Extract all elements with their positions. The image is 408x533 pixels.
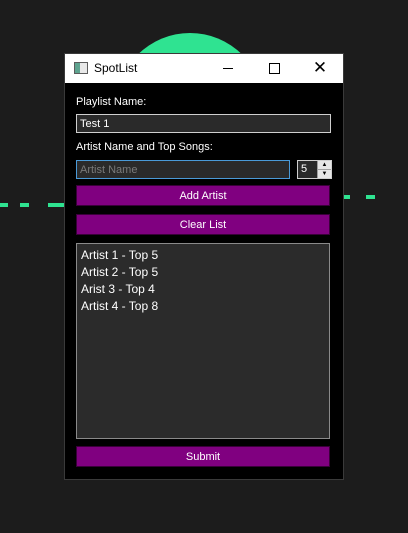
spin-up-button[interactable]: ▲ xyxy=(318,161,331,170)
submit-button[interactable]: Submit xyxy=(76,446,330,467)
spin-buttons: ▲ ▼ xyxy=(317,161,331,178)
add-artist-button[interactable]: Add Artist xyxy=(76,185,330,206)
background-dash xyxy=(20,203,29,207)
artist-section-label: Artist Name and Top Songs: xyxy=(76,141,213,153)
playlist-name-label: Playlist Name: xyxy=(76,96,147,108)
maximize-button[interactable] xyxy=(251,54,297,83)
artist-list[interactable]: Artist 1 - Top 5 Artist 2 - Top 5 Arist … xyxy=(76,243,330,439)
background-dash xyxy=(343,195,350,199)
background-dash xyxy=(0,203,8,207)
close-button[interactable]: ✕ xyxy=(297,54,343,83)
background-dash xyxy=(48,203,65,207)
close-icon: ✕ xyxy=(312,58,328,78)
app-icon xyxy=(74,62,88,74)
window-title: SpotList xyxy=(94,61,138,75)
artist-name-input[interactable] xyxy=(76,160,290,179)
top-songs-spinbox[interactable]: 5 ▲ ▼ xyxy=(297,160,332,179)
spin-down-button[interactable]: ▼ xyxy=(318,170,331,178)
list-item[interactable]: Artist 1 - Top 5 xyxy=(81,247,329,264)
maximize-icon xyxy=(268,63,280,74)
minimize-button[interactable] xyxy=(205,54,251,83)
background-dash xyxy=(366,195,375,199)
spotlist-window: SpotList ✕ Playlist Name: Artist Name an… xyxy=(65,54,343,479)
top-songs-value: 5 xyxy=(301,163,308,175)
playlist-name-input[interactable] xyxy=(76,114,331,133)
clear-list-button[interactable]: Clear List xyxy=(76,214,330,235)
list-item[interactable]: Artist 2 - Top 5 xyxy=(81,264,329,281)
list-item[interactable]: Arist 3 - Top 4 xyxy=(81,281,329,298)
minimize-icon xyxy=(223,68,233,69)
title-bar[interactable]: SpotList ✕ xyxy=(65,54,343,83)
list-item[interactable]: Artist 4 - Top 8 xyxy=(81,298,329,315)
